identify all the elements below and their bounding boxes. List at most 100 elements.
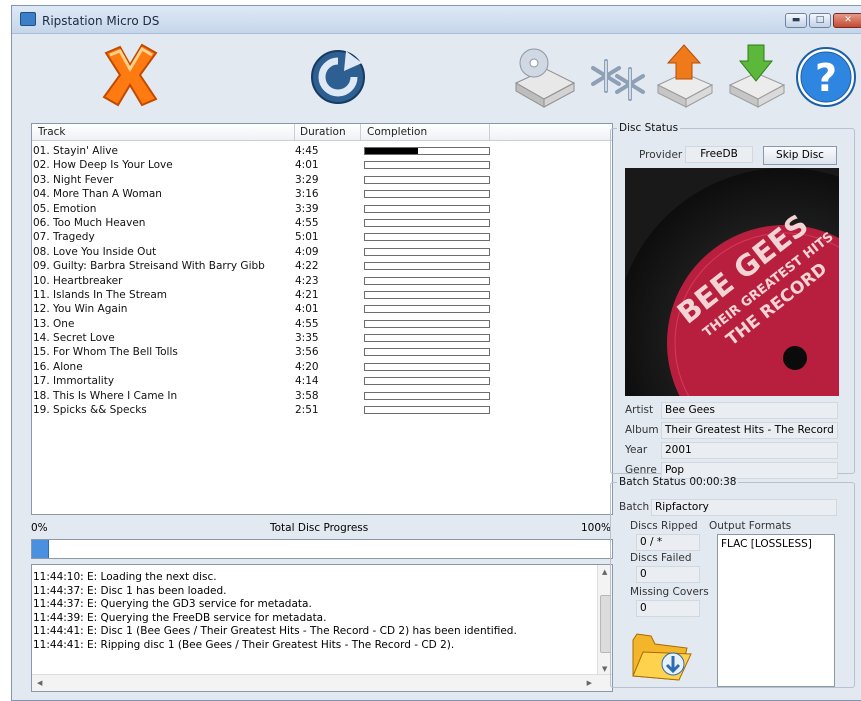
batch-status-legend: Batch Status 00:00:38 (619, 476, 737, 488)
track-row[interactable]: 05. Emotion 3:39 (32, 202, 612, 216)
track-completion-bar (364, 161, 490, 170)
genre-label: Genre (625, 464, 657, 476)
disc-drive-icon (514, 48, 576, 108)
track-completion-bar (364, 233, 490, 242)
progress-min-label: 0% (31, 522, 48, 534)
scroll-left-icon[interactable]: ◀ (37, 679, 42, 687)
cancel-button[interactable] (98, 39, 162, 111)
column-track[interactable]: Track (38, 126, 65, 138)
track-row[interactable]: 09. Guilty: Barbra Streisand With Barry … (32, 259, 612, 273)
track-title: 07. Tragedy (33, 231, 95, 244)
scroll-down-icon[interactable]: ▼ (602, 665, 607, 673)
scroll-right-icon[interactable]: ▶ (587, 679, 592, 687)
log-line: 11:44:37: E: Disc 1 has been loaded. (33, 584, 227, 597)
refresh-icon (311, 50, 365, 104)
scroll-up-icon[interactable]: ▲ (602, 568, 607, 576)
output-formats-list[interactable]: FLAC [LOSSLESS] (717, 534, 835, 687)
log-line: 11:44:10: E: Loading the next disc. (33, 571, 217, 583)
track-title: 14. Secret Love (33, 332, 115, 345)
settings-button[interactable] (584, 39, 648, 111)
track-rows: 01. Stayin' Alive 4:45 02. How Deep Is You… (32, 144, 612, 417)
track-row[interactable]: 04. More Than A Woman 3:16 (32, 187, 612, 201)
track-completion-bar (364, 334, 490, 343)
download-tray-icon (728, 44, 786, 108)
album-label: Album (625, 424, 659, 436)
track-row[interactable]: 12. You Win Again 4:01 (32, 302, 612, 316)
track-completion-bar (364, 147, 490, 155)
track-completion-bar (364, 262, 490, 271)
download-button[interactable] (726, 39, 788, 111)
track-row[interactable]: 11. Islands In The Stream 4:21 (32, 288, 612, 302)
track-duration: 4:09 (295, 245, 319, 258)
track-list[interactable]: Track Duration Completion 01. Stayin' Al… (31, 123, 613, 515)
log-panel[interactable]: 11:44:10: E: Loading the next disc. 11:44… (31, 564, 613, 692)
year-field[interactable]: 2001 (661, 442, 838, 459)
toolbar: ? (12, 35, 861, 115)
track-row[interactable]: 01. Stayin' Alive 4:45 (32, 144, 612, 158)
track-row[interactable]: 16. Alone 4:20 (32, 360, 612, 374)
track-title: 02. How Deep Is Your Love (33, 159, 173, 172)
svg-text:?: ? (815, 56, 837, 100)
upload-tray-icon (656, 44, 714, 108)
track-completion-bar (364, 190, 490, 199)
track-title: 17. Immortality (33, 375, 115, 388)
minimize-button[interactable]: ▬ (785, 13, 807, 28)
track-row[interactable]: 17. Immortality 4:14 (32, 374, 612, 388)
track-row[interactable]: 10. Heartbreaker 4:23 (32, 274, 612, 288)
track-completion-bar (364, 305, 490, 314)
app-icon (20, 12, 36, 26)
help-button[interactable]: ? (794, 39, 858, 111)
track-completion-bar (364, 276, 490, 285)
refresh-button[interactable] (306, 39, 370, 111)
open-folder-button[interactable] (629, 626, 693, 684)
maximize-button[interactable]: □ (809, 13, 831, 28)
track-duration: 2:51 (295, 404, 319, 417)
track-row[interactable]: 15. For Whom The Bell Tolls 3:56 (32, 345, 612, 359)
track-duration: 4:23 (295, 274, 319, 287)
track-duration: 3:39 (295, 202, 319, 215)
track-duration: 4:14 (295, 375, 319, 388)
artist-field[interactable]: Bee Gees (661, 402, 838, 419)
track-duration: 4:55 (295, 317, 319, 330)
album-field[interactable]: Their Greatest Hits - The Record - C (661, 422, 838, 439)
log-horizontal-scrollbar[interactable]: ◀ ▶ (32, 674, 612, 691)
track-row[interactable]: 13. One 4:55 (32, 317, 612, 331)
track-duration: 3:29 (295, 173, 319, 186)
skip-disc-button[interactable]: Skip Disc (763, 146, 837, 165)
batch-field[interactable]: Ripfactory (651, 499, 837, 516)
progress-bar-fill (32, 540, 50, 558)
progress-label: Total Disc Progress (270, 522, 369, 534)
track-duration: 3:35 (295, 332, 319, 345)
track-row[interactable]: 14. Secret Love 3:35 (32, 331, 612, 345)
track-row[interactable]: 03. Night Fever 3:29 (32, 173, 612, 187)
upload-button[interactable] (654, 39, 716, 111)
track-title: 13. One (33, 317, 75, 330)
log-line: 11:44:41: E: Ripping disc 1 (Bee Gees / … (33, 638, 455, 651)
window-title: Ripstation Micro DS (42, 14, 160, 28)
track-completion-fill (365, 148, 419, 154)
total-disc-progress: 0% Total Disc Progress 100% (31, 519, 613, 561)
track-row[interactable]: 18. This Is Where I Came In 3:58 (32, 389, 612, 403)
track-title: 05. Emotion (33, 202, 97, 215)
track-row[interactable]: 02. How Deep Is Your Love 4:01 (32, 158, 612, 172)
track-row[interactable]: 06. Too Much Heaven 4:55 (32, 216, 612, 230)
track-duration: 4:21 (295, 288, 319, 301)
title-bar[interactable]: Ripstation Micro DS ▬ □ ✕ (12, 6, 861, 34)
track-row[interactable]: 07. Tragedy 5:01 (32, 230, 612, 244)
track-completion-bar (364, 377, 490, 386)
column-completion[interactable]: Completion (367, 126, 427, 138)
disc-drive-button[interactable] (512, 39, 578, 111)
track-duration: 4:20 (295, 360, 319, 373)
track-row[interactable]: 19. Spicks && Specks 2:51 (32, 403, 612, 417)
album-cover: BEE GEES THEIR GREATEST HITS THE RECORD (625, 168, 839, 396)
track-title: 18. This Is Where I Came In (33, 389, 178, 402)
provider-label: Provider (639, 149, 683, 161)
close-button[interactable]: ✕ (833, 13, 861, 28)
column-duration[interactable]: Duration (300, 126, 346, 138)
track-row[interactable]: 08. Love You Inside Out 4:09 (32, 245, 612, 259)
track-title: 08. Love You Inside Out (33, 245, 157, 258)
batch-status-panel: Batch Status 00:00:38 Batch Ripfactory D… (610, 476, 855, 688)
provider-value: FreeDB (685, 146, 753, 163)
output-format-item[interactable]: FLAC [LOSSLESS] (721, 538, 831, 550)
help-icon: ? (796, 47, 856, 107)
